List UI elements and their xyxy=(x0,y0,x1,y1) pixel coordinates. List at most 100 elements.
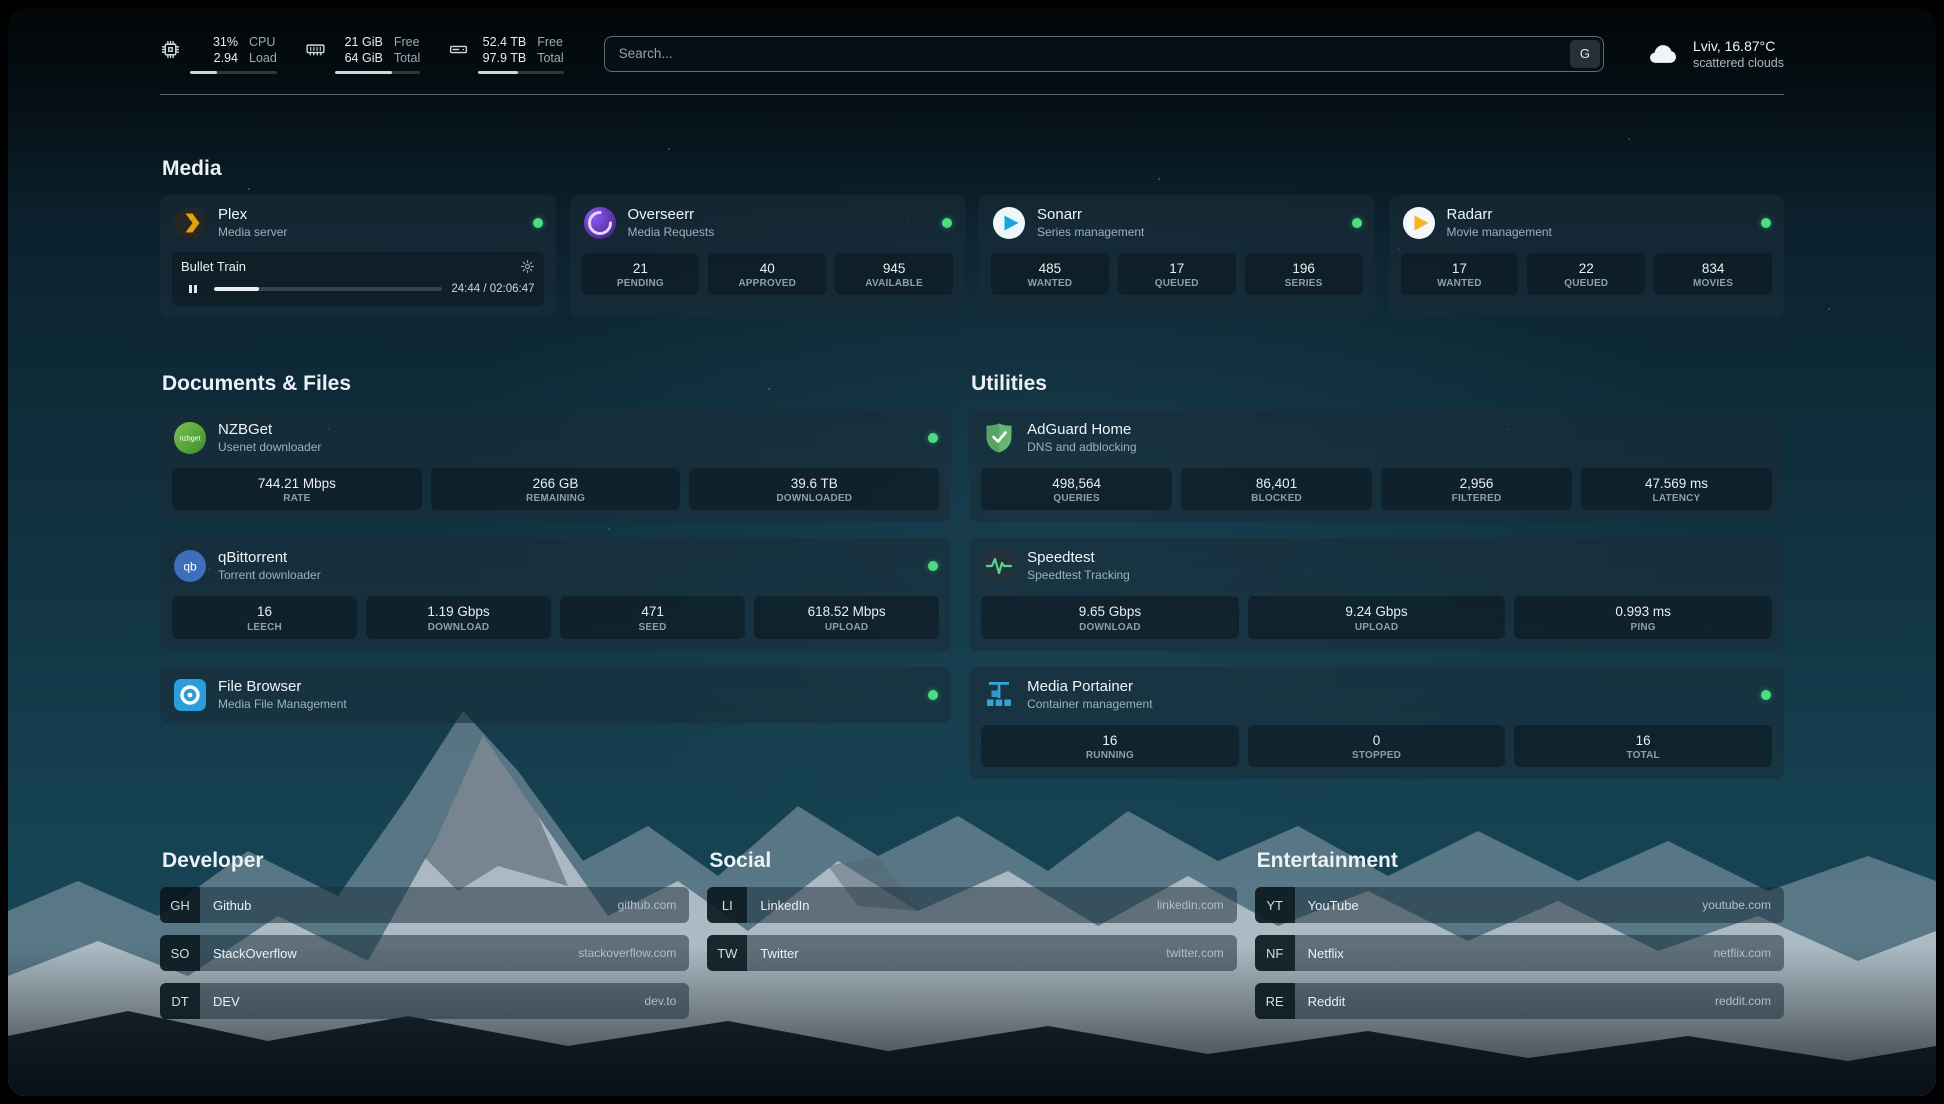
filebrowser-icon xyxy=(173,678,207,712)
bookmark-stackoverflow[interactable]: SO StackOverflow stackoverflow.com xyxy=(160,935,689,971)
settings-gear-icon[interactable] xyxy=(520,259,535,274)
stat-rate: 744.21 Mbps RATE xyxy=(172,468,422,511)
radarr-icon xyxy=(1402,206,1436,240)
service-name: Media Portainer xyxy=(1027,678,1152,695)
stat-latency: 47.569 ms LATENCY xyxy=(1581,468,1772,511)
disk-widget: 52.4 TB Free 97.9 TB Total xyxy=(448,34,563,74)
service-link-portainer[interactable]: Media Portainer Container management xyxy=(969,667,1784,723)
disk-free-label: Free xyxy=(537,34,563,50)
service-description: Series management xyxy=(1037,225,1144,239)
utilities-section-title: Utilities xyxy=(971,372,1784,396)
service-description: Usenet downloader xyxy=(218,440,321,454)
service-stats: 16 LEECH 1.19 Gbps DOWNLOAD 471 SEED xyxy=(160,594,951,651)
stat-leech: 16 LEECH xyxy=(172,596,357,639)
bookmark-name: DEV xyxy=(213,994,240,1009)
bookmark-twitter[interactable]: TW Twitter twitter.com xyxy=(707,935,1236,971)
disk-icon xyxy=(448,39,469,60)
service-link-speedtest[interactable]: Speedtest Speedtest Tracking xyxy=(969,538,1784,594)
stat-remaining: 266 GB REMAINING xyxy=(431,468,681,511)
weather-condition: scattered clouds xyxy=(1693,55,1784,71)
memory-total-value: 64 GiB xyxy=(335,50,383,66)
bookmark-abbr: RE xyxy=(1255,983,1295,1019)
bookmark-abbr: SO xyxy=(160,935,200,971)
stat-download: 1.19 Gbps DOWNLOAD xyxy=(366,596,551,639)
cpu-widget: 31% CPU 2.94 Load xyxy=(160,34,277,74)
stat-wanted: 485 WANTED xyxy=(991,253,1109,296)
bookmark-abbr: TW xyxy=(707,935,747,971)
disk-total-value: 97.9 TB xyxy=(478,50,526,66)
bookmark-netflix[interactable]: NF Netflix netflix.com xyxy=(1255,935,1784,971)
service-name: Radarr xyxy=(1447,206,1552,223)
bookmark-name: Twitter xyxy=(760,946,798,961)
bookmark-name: LinkedIn xyxy=(760,898,809,913)
stat-movies: 834 MOVIES xyxy=(1654,253,1772,296)
service-card-radarr: Radarr Movie management 17 WANTED 22 QUE… xyxy=(1389,195,1785,318)
service-card-filebrowser: File Browser Media File Management xyxy=(160,667,951,723)
pause-button[interactable] xyxy=(181,282,205,297)
bookmark-dev[interactable]: DT DEV dev.to xyxy=(160,983,689,1019)
status-dot xyxy=(1761,690,1771,700)
cpu-progress-fill xyxy=(190,71,217,74)
disk-progress-fill xyxy=(478,71,517,74)
service-link-nzbget[interactable]: nzbget NZBGet Usenet downloader xyxy=(160,410,951,466)
bookmark-abbr: DT xyxy=(160,983,200,1019)
service-link-filebrowser[interactable]: File Browser Media File Management xyxy=(160,667,951,723)
service-name: File Browser xyxy=(218,678,347,695)
service-card-overseerr: Overseerr Media Requests 21 PENDING 40 A… xyxy=(570,195,966,318)
sonarr-icon xyxy=(992,206,1026,240)
cpu-load-label: Load xyxy=(249,50,277,66)
service-description: Media server xyxy=(218,225,287,239)
service-card-qbittorrent: qb qBittorrent Torrent downloader 16 xyxy=(160,538,951,651)
service-name: Speedtest xyxy=(1027,549,1130,566)
bookmark-reddit[interactable]: RE Reddit reddit.com xyxy=(1255,983,1784,1019)
disk-total-label: Total xyxy=(537,50,563,66)
section-utilities: Utilities xyxy=(969,372,1784,780)
status-dot xyxy=(1761,218,1771,228)
status-dot xyxy=(942,218,952,228)
dashboard-content: 31% CPU 2.94 Load xyxy=(8,8,1936,1071)
stat-ping: 0.993 ms PING xyxy=(1514,596,1772,639)
stat-queries: 498,564 QUERIES xyxy=(981,468,1172,511)
search-input[interactable] xyxy=(604,36,1604,72)
bookmark-name: YouTube xyxy=(1308,898,1359,913)
now-playing-title: Bullet Train xyxy=(181,259,246,274)
bookmark-abbr: GH xyxy=(160,887,200,923)
cpu-icon xyxy=(160,39,181,60)
stat-stopped: 0 STOPPED xyxy=(1248,725,1506,768)
service-stats: 498,564 QUERIES 86,401 BLOCKED 2,956 FIL… xyxy=(969,466,1784,523)
dashboard-screen: 31% CPU 2.94 Load xyxy=(8,8,1936,1096)
stat-available: 945 AVAILABLE xyxy=(835,253,953,296)
service-stats: 744.21 Mbps RATE 266 GB REMAINING 39.6 T… xyxy=(160,466,951,523)
service-link-adguard[interactable]: AdGuard Home DNS and adblocking xyxy=(969,410,1784,466)
service-link-radarr[interactable]: Radarr Movie management xyxy=(1389,195,1785,251)
service-stats: 485 WANTED 17 QUEUED 196 SERIES xyxy=(979,251,1375,308)
service-card-sonarr: Sonarr Series management 485 WANTED 17 Q… xyxy=(979,195,1375,318)
playback-progress-track[interactable] xyxy=(214,287,442,291)
svg-text:nzbget: nzbget xyxy=(179,435,200,442)
bookmark-name: Github xyxy=(213,898,251,913)
service-description: Media File Management xyxy=(218,697,347,711)
bookmark-url: linkedin.com xyxy=(1157,898,1224,912)
bookmark-linkedin[interactable]: LI LinkedIn linkedin.com xyxy=(707,887,1236,923)
service-link-qbittorrent[interactable]: qb qBittorrent Torrent downloader xyxy=(160,538,951,594)
stat-total: 16 TOTAL xyxy=(1514,725,1772,768)
status-dot xyxy=(928,690,938,700)
memory-free-label: Free xyxy=(394,34,420,50)
memory-free-value: 21 GiB xyxy=(335,34,383,50)
status-dot xyxy=(1352,218,1362,228)
bookmark-github[interactable]: GH Github github.com xyxy=(160,887,689,923)
search-provider-button[interactable]: G xyxy=(1570,40,1600,68)
bookmark-url: twitter.com xyxy=(1166,946,1223,960)
service-description: Speedtest Tracking xyxy=(1027,568,1130,582)
disk-progress-track xyxy=(478,71,563,74)
resource-widgets: 31% CPU 2.94 Load xyxy=(160,34,564,74)
service-link-overseerr[interactable]: Overseerr Media Requests xyxy=(570,195,966,251)
service-description: Movie management xyxy=(1447,225,1552,239)
plex-icon xyxy=(173,206,207,240)
cpu-usage-value: 31% xyxy=(190,34,238,50)
service-description: DNS and adblocking xyxy=(1027,440,1136,454)
service-link-sonarr[interactable]: Sonarr Series management xyxy=(979,195,1375,251)
service-link-plex[interactable]: Plex Media server xyxy=(160,195,556,251)
speedtest-icon xyxy=(982,549,1016,583)
bookmark-youtube[interactable]: YT YouTube youtube.com xyxy=(1255,887,1784,923)
